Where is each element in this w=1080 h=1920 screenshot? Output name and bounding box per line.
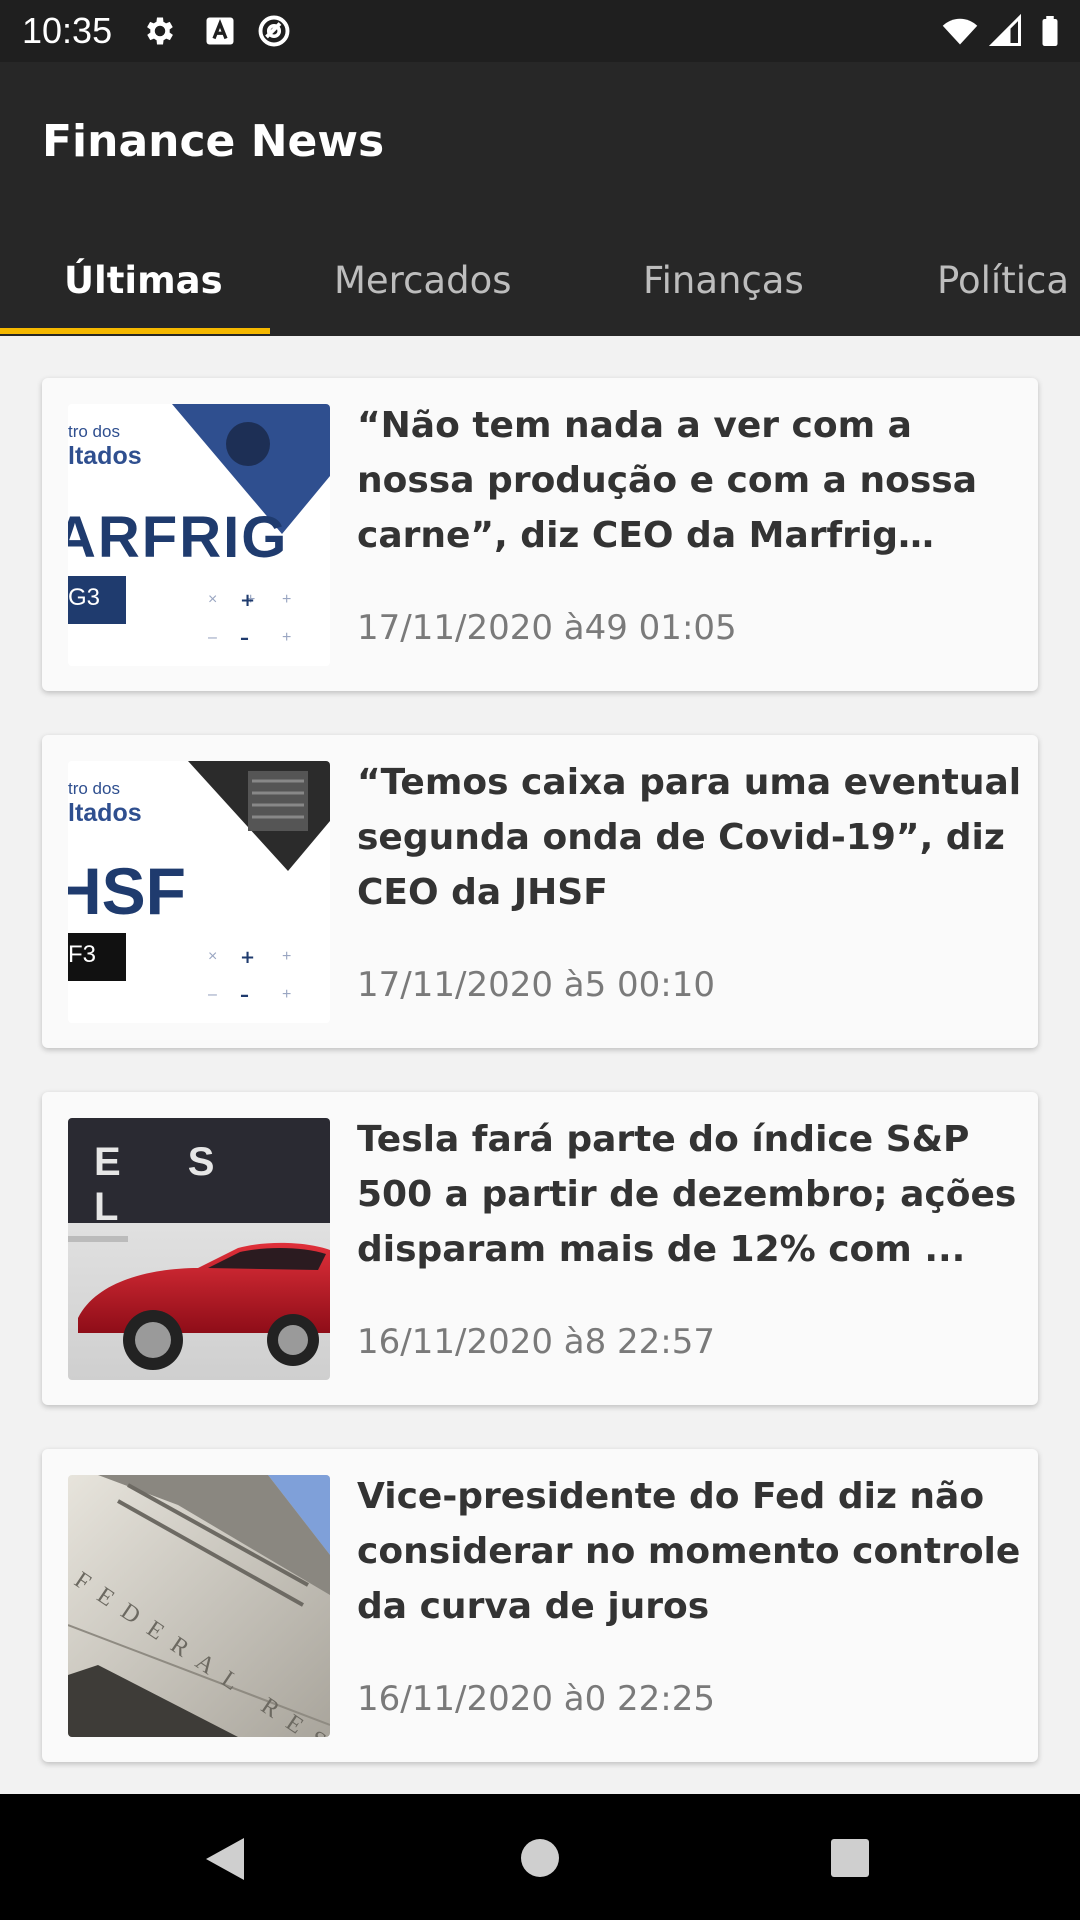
battery-icon bbox=[1042, 16, 1058, 46]
svg-text:–: – bbox=[208, 986, 217, 1003]
article-date: 17/11/2020 à49 01:05 bbox=[357, 608, 737, 648]
svg-text:+: + bbox=[282, 948, 291, 965]
article-thumbnail: × + + – + + – tro dos ltados ARFRIG G3 bbox=[68, 404, 330, 666]
thumb-caption: ltados bbox=[68, 442, 142, 470]
tab-mercados[interactable]: Mercados bbox=[334, 226, 512, 336]
signal-icon bbox=[988, 13, 1021, 46]
article-title[interactable]: “Não tem nada a ver com a nossa produção… bbox=[357, 398, 1023, 563]
svg-text:+: + bbox=[240, 947, 255, 968]
tab-ultimas[interactable]: Últimas bbox=[64, 226, 223, 336]
a-badge-icon bbox=[206, 17, 234, 45]
article-title[interactable]: Vice-presidente do Fed diz não considera… bbox=[357, 1469, 1023, 1634]
navigation-bar bbox=[0, 1794, 1080, 1920]
article-date: 16/11/2020 à8 22:57 bbox=[357, 1322, 716, 1362]
svg-text:+: + bbox=[282, 629, 291, 646]
svg-text:–: – bbox=[240, 628, 249, 649]
tab-bar: Últimas Mercados Finanças Política bbox=[0, 226, 1080, 336]
home-icon[interactable] bbox=[520, 1838, 560, 1878]
thumb-caption: tro dos bbox=[68, 422, 120, 441]
back-icon[interactable] bbox=[204, 1836, 246, 1882]
thumb-caption: ltados bbox=[68, 799, 142, 827]
svg-text:–: – bbox=[240, 985, 249, 1006]
thumb-ticker: G3 bbox=[68, 584, 101, 611]
article-thumbnail: FEDERAL RESERVE bbox=[68, 1475, 330, 1737]
thumb-ticker: F3 bbox=[68, 941, 97, 968]
svg-text:×: × bbox=[208, 591, 217, 608]
status-time: 10:35 bbox=[22, 10, 113, 51]
tab-politica[interactable]: Política bbox=[937, 226, 1069, 336]
article-title[interactable]: Tesla fará parte do índice S&P 500 a par… bbox=[357, 1112, 1023, 1277]
thumb-brand: ARFRIG bbox=[68, 505, 289, 570]
wifi-icon bbox=[942, 18, 978, 45]
data-saver-icon bbox=[258, 15, 290, 47]
svg-text:+: + bbox=[240, 590, 255, 611]
news-card[interactable]: FEDERAL RESERVE Vice-presidente do Fed d… bbox=[42, 1449, 1038, 1762]
app-title: Finance News bbox=[42, 116, 385, 167]
article-title[interactable]: “Temos caixa para uma eventual segunda o… bbox=[357, 755, 1023, 920]
tab-financas[interactable]: Finanças bbox=[643, 226, 804, 336]
article-date: 16/11/2020 à0 22:25 bbox=[357, 1679, 716, 1719]
svg-text:+: + bbox=[282, 591, 291, 608]
app-bar: Finance News Últimas Mercados Finanças P… bbox=[0, 62, 1080, 336]
gear-icon bbox=[147, 17, 173, 45]
tab-indicator bbox=[0, 328, 270, 334]
svg-text:+: + bbox=[282, 986, 291, 1003]
recents-icon[interactable] bbox=[830, 1838, 870, 1878]
article-thumbnail: E S L bbox=[68, 1118, 330, 1380]
status-bar: 10:35 bbox=[0, 0, 1080, 62]
news-card[interactable]: E S L Tesla fará parte do índice S&P 500… bbox=[42, 1092, 1038, 1405]
svg-text:×: × bbox=[208, 948, 217, 965]
article-date: 17/11/2020 à5 00:10 bbox=[357, 965, 716, 1005]
thumb-caption: tro dos bbox=[68, 779, 120, 798]
news-card[interactable]: × + – + + – tro dos ltados HSF F3 “Temos c… bbox=[42, 735, 1038, 1048]
thumb-sign: E S L bbox=[94, 1140, 243, 1229]
svg-text:–: – bbox=[208, 629, 217, 646]
news-card[interactable]: × + + – + + – tro dos ltados ARFRIG G3 “Não… bbox=[42, 378, 1038, 691]
thumb-brand: HSF bbox=[68, 854, 186, 928]
article-thumbnail: × + – + + – tro dos ltados HSF F3 bbox=[68, 761, 330, 1023]
